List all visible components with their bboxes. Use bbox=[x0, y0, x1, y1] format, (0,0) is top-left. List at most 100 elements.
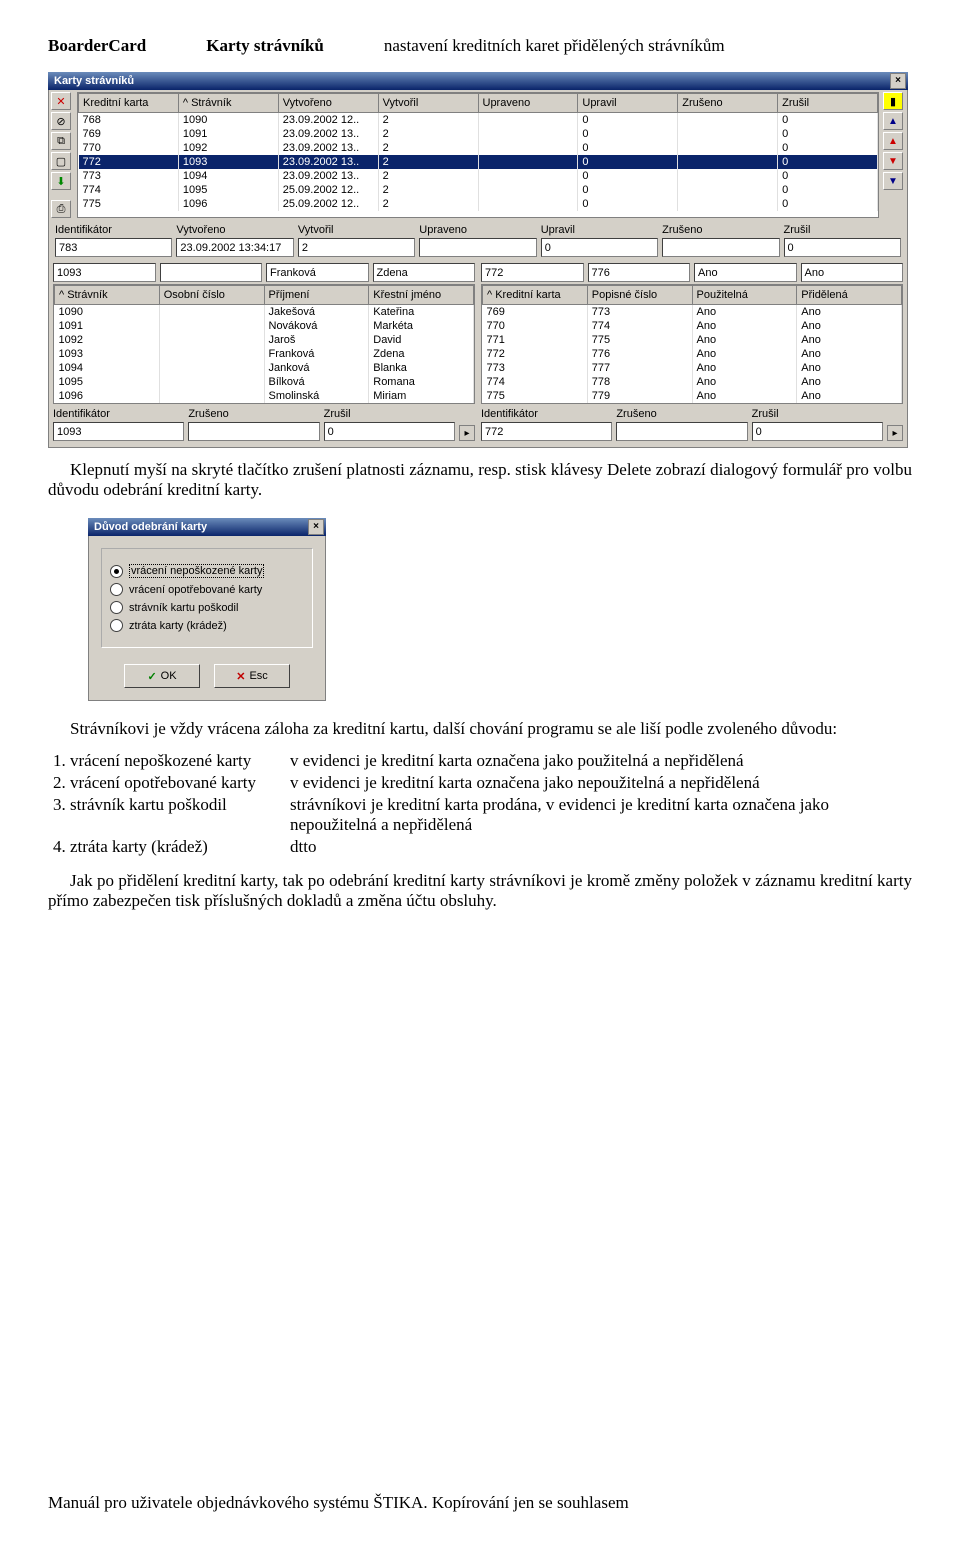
radio-option[interactable]: strávník kartu poškodil bbox=[110, 601, 304, 614]
col-header[interactable]: Upraveno bbox=[478, 94, 578, 113]
form-input[interactable] bbox=[419, 238, 536, 257]
hdr-col3: nastavení kreditních karet přidělených s… bbox=[384, 36, 725, 56]
filter-input[interactable]: Ano bbox=[801, 263, 904, 282]
main-titlebar[interactable]: Karty strávníků × bbox=[48, 72, 908, 90]
form-input[interactable]: 0 bbox=[752, 422, 883, 441]
left-grid[interactable]: ^ StrávníkOsobní čísloPříjmeníKřestní jm… bbox=[54, 285, 474, 403]
col-header[interactable]: Zrušeno bbox=[678, 94, 778, 113]
export-icon[interactable]: ⬇ bbox=[51, 172, 71, 190]
table-row[interactable]: 1090JakešováKateřina bbox=[55, 305, 474, 320]
table-row[interactable]: 771775AnoAno bbox=[483, 333, 902, 347]
form-field: Vytvořil2 bbox=[298, 224, 415, 257]
nav-up-icon[interactable]: ▲ bbox=[883, 132, 903, 150]
radio-label: ztráta karty (krádež) bbox=[129, 620, 227, 632]
col-header[interactable]: ^ Kreditní karta bbox=[483, 286, 588, 305]
table-row[interactable]: 1094JankováBlanka bbox=[55, 361, 474, 375]
form-input[interactable]: 0 bbox=[541, 238, 658, 257]
table-row[interactable]: 1095BílkováRomana bbox=[55, 375, 474, 389]
filter-input[interactable]: Ano bbox=[694, 263, 797, 282]
main-title: Karty strávníků bbox=[54, 75, 134, 87]
main-form-row: Identifikátor783Vytvořeno23.09.2002 13:3… bbox=[49, 220, 907, 261]
lookup-icon[interactable]: ▸ bbox=[459, 425, 475, 441]
nav-bottom-icon[interactable]: ▼ bbox=[883, 172, 903, 190]
table-row[interactable]: 775109625.09.2002 12..200 bbox=[79, 197, 878, 211]
table-row[interactable]: 1092JarošDavid bbox=[55, 333, 474, 347]
form-input[interactable] bbox=[188, 422, 319, 441]
esc-button[interactable]: ✕Esc bbox=[214, 664, 290, 688]
table-row[interactable]: 1093FrankováZdena bbox=[55, 347, 474, 361]
filter-input[interactable]: Franková bbox=[266, 263, 369, 282]
col-header[interactable]: Upravil bbox=[578, 94, 678, 113]
col-header[interactable]: Osobní číslo bbox=[159, 286, 264, 305]
filter-input[interactable]: 1093 bbox=[53, 263, 156, 282]
print-icon[interactable]: ⎙ bbox=[51, 200, 71, 218]
form-input[interactable] bbox=[662, 238, 779, 257]
col-header[interactable]: Křestní jméno bbox=[369, 286, 474, 305]
nav-down-icon[interactable]: ▼ bbox=[883, 152, 903, 170]
form-input[interactable]: 783 bbox=[55, 238, 172, 257]
radio-label: strávník kartu poškodil bbox=[129, 602, 238, 614]
right-grid[interactable]: ^ Kreditní kartaPopisné čísloPoužitelnáP… bbox=[482, 285, 902, 403]
col-header[interactable]: Vytvořeno bbox=[278, 94, 378, 113]
disable-icon[interactable]: ⊘ bbox=[51, 112, 71, 130]
table-row[interactable]: 773109423.09.2002 13..200 bbox=[79, 169, 878, 183]
col-header[interactable]: Příjmení bbox=[264, 286, 369, 305]
table-row[interactable]: 770109223.09.2002 13..200 bbox=[79, 141, 878, 155]
form-input[interactable]: 2 bbox=[298, 238, 415, 257]
col-header[interactable]: Vytvořil bbox=[378, 94, 478, 113]
table-row[interactable]: 774778AnoAno bbox=[483, 375, 902, 389]
filter-input[interactable] bbox=[160, 263, 263, 282]
col-header[interactable]: ^ Strávník bbox=[55, 286, 160, 305]
col-header[interactable]: Kreditní karta bbox=[79, 94, 179, 113]
form-input[interactable]: 0 bbox=[784, 238, 901, 257]
table-row[interactable]: 1096SmolinskáMiriam bbox=[55, 389, 474, 403]
table-row[interactable]: 1091NovákováMarkéta bbox=[55, 319, 474, 333]
col-header[interactable]: Použitelná bbox=[692, 286, 797, 305]
copy-icon[interactable]: ⧉ bbox=[51, 132, 71, 150]
radio-option[interactable]: ztráta karty (krádež) bbox=[110, 619, 304, 632]
col-header[interactable]: ^ Strávník bbox=[178, 94, 278, 113]
table-row[interactable]: 768109023.09.2002 12..200 bbox=[79, 113, 878, 128]
doc-header: BoarderCard Karty strávníků nastavení kr… bbox=[48, 36, 912, 56]
form-input[interactable] bbox=[616, 422, 747, 441]
form-input[interactable]: 772 bbox=[481, 422, 612, 441]
form-input[interactable]: 0 bbox=[324, 422, 455, 441]
hdr-col2: Karty strávníků bbox=[206, 36, 324, 56]
radio-option[interactable]: vrácení opotřebované karty bbox=[110, 583, 304, 596]
table-row[interactable]: 772109323.09.2002 13..200 bbox=[79, 155, 878, 169]
paragraph-1: Klepnutí myší na skryté tlačítko zrušení… bbox=[48, 460, 912, 500]
table-row[interactable]: 774109525.09.2002 12..200 bbox=[79, 183, 878, 197]
filter-input[interactable]: 776 bbox=[588, 263, 691, 282]
list-item: vrácení opotřebované kartyv evidenci je … bbox=[70, 773, 912, 793]
col-header[interactable]: Přidělená bbox=[797, 286, 902, 305]
highlight-icon[interactable]: ▮ bbox=[883, 92, 903, 110]
ok-label: OK bbox=[161, 670, 177, 682]
table-row[interactable]: 769773AnoAno bbox=[483, 305, 902, 320]
col-header[interactable]: Popisné číslo bbox=[587, 286, 692, 305]
dialog-close-icon[interactable]: × bbox=[308, 519, 324, 535]
new-icon[interactable]: ▢ bbox=[51, 152, 71, 170]
radio-option[interactable]: vrácení nepoškozené karty bbox=[110, 564, 304, 578]
radio-label: vrácení opotřebované karty bbox=[129, 584, 262, 596]
table-row[interactable]: 770774AnoAno bbox=[483, 319, 902, 333]
form-input[interactable]: 1093 bbox=[53, 422, 184, 441]
form-input[interactable]: 23.09.2002 13:34:17 bbox=[176, 238, 293, 257]
table-row[interactable]: 775779AnoAno bbox=[483, 389, 902, 403]
dialog-titlebar[interactable]: Důvod odebrání karty × bbox=[88, 518, 326, 536]
filter-input[interactable]: 772 bbox=[481, 263, 584, 282]
reasons-list: vrácení nepoškozené kartyv evidenci je k… bbox=[48, 751, 912, 857]
left-pane: 1093FrankováZdena ^ StrávníkOsobní číslo… bbox=[53, 261, 475, 443]
lookup-icon[interactable]: ▸ bbox=[887, 425, 903, 441]
nav-top-icon[interactable]: ▲ bbox=[883, 112, 903, 130]
table-row[interactable]: 773777AnoAno bbox=[483, 361, 902, 375]
hdr-col1: BoarderCard bbox=[48, 36, 146, 56]
main-grid[interactable]: Kreditní karta^ StrávníkVytvořenoVytvoři… bbox=[77, 92, 879, 218]
table-row[interactable]: 772776AnoAno bbox=[483, 347, 902, 361]
ok-button[interactable]: ✓OK bbox=[124, 664, 200, 688]
filter-input[interactable]: Zdena bbox=[373, 263, 476, 282]
table-row[interactable]: 769109123.09.2002 13..200 bbox=[79, 127, 878, 141]
close-icon[interactable]: × bbox=[890, 73, 906, 89]
col-header[interactable]: Zrušil bbox=[778, 94, 878, 113]
delete-icon[interactable]: ✕ bbox=[51, 92, 71, 110]
paragraph-2: Strávníkovi je vždy vrácena záloha za kr… bbox=[48, 719, 912, 739]
